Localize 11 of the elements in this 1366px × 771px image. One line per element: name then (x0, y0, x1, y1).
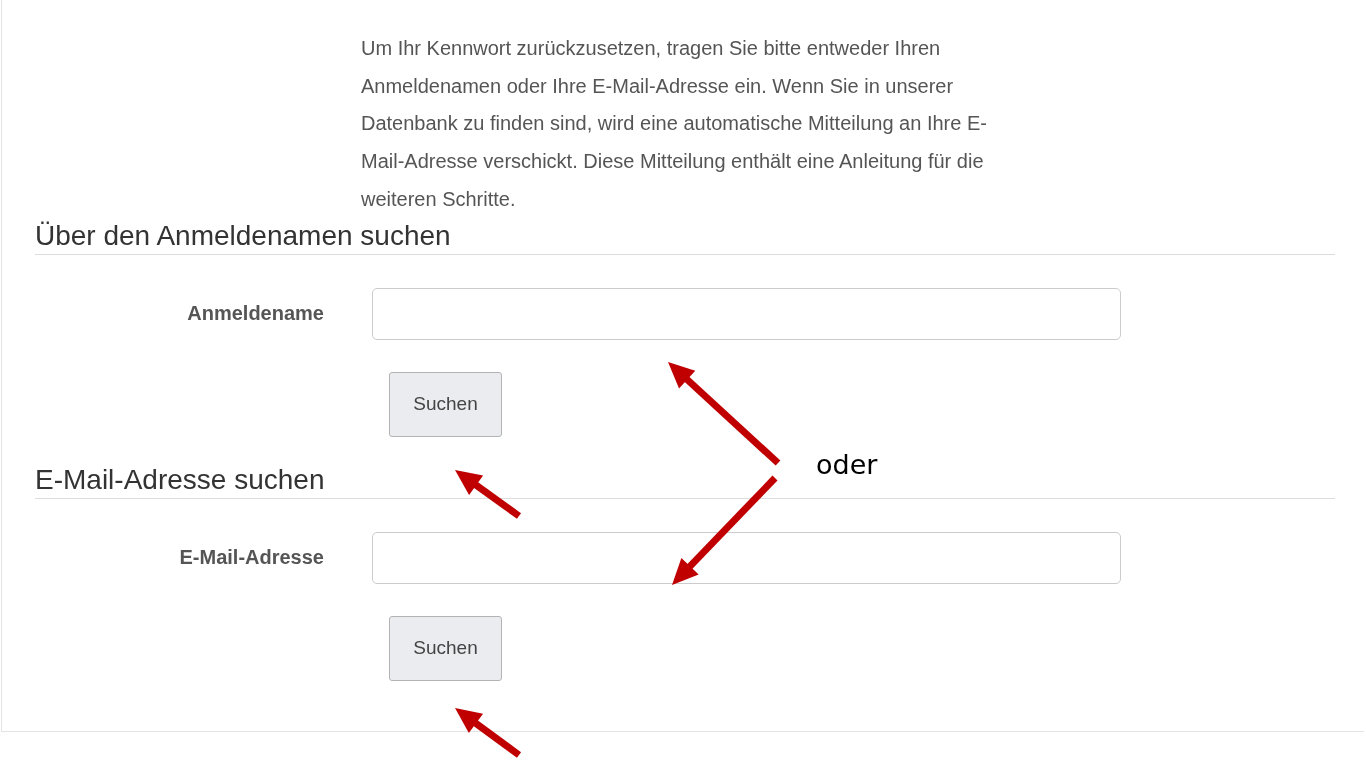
arrow (455, 470, 522, 519)
section-heading: Über den Anmeldenamen suchen (35, 218, 1335, 255)
annotation-text: oder (816, 449, 878, 480)
field-label: Anmeldename (186, 302, 324, 325)
arrow (455, 708, 522, 758)
search-button[interactable]: Suchen (389, 371, 502, 437)
input-field[interactable] (372, 287, 1121, 340)
search-button[interactable]: Suchen (389, 615, 502, 681)
input-field[interactable] (372, 531, 1121, 584)
instructions-text: Um Ihr Kennwort zurückzusetzen, tragen Sie bitte entweder Ihren Anmeldenamen oder Ihre E-Mail-Adresse ein. Wenn Sie in unserer Datenbank zu finden sind, wird eine automatische Mitteilung an Ihre E-Mail-Adresse verschickt. Diese Mitteilung enthält eine Anleitung für die weiteren Schritte. (361, 36, 988, 212)
field-label: E-Mail-Adresse (178, 546, 324, 569)
